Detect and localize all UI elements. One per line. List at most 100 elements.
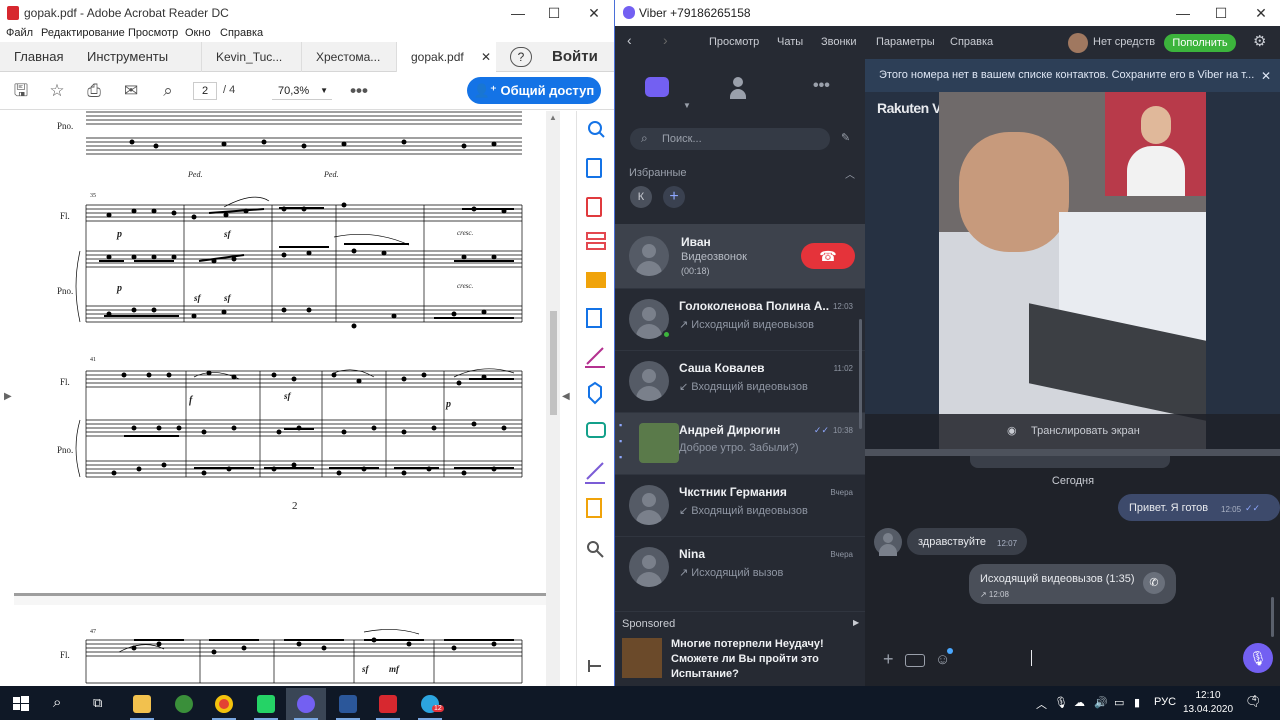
clock[interactable]: 12:10 13.04.2020 bbox=[1183, 689, 1233, 717]
dynamic-mark: cresc. bbox=[457, 229, 474, 237]
contacts-tab-icon[interactable] bbox=[730, 77, 746, 99]
active-call-item[interactable]: Иван Видеозвонок (00:18) ☎ bbox=[615, 224, 865, 288]
maximize-button[interactable]: ☐ bbox=[536, 0, 572, 26]
tray-chevron-icon[interactable]: ︿ bbox=[1036, 696, 1047, 712]
share-button[interactable]: 👤⁺ Общий доступ bbox=[467, 77, 601, 104]
chat-item[interactable]: Чкстник Германия ↙ Входящий видеовызов В… bbox=[615, 474, 865, 536]
message-input[interactable] bbox=[1031, 650, 1032, 666]
print-icon[interactable]: ⎙ bbox=[84, 81, 104, 101]
zoom-search-icon[interactable]: ⌕ bbox=[158, 81, 178, 101]
maximize-button[interactable]: ☐ bbox=[1203, 0, 1239, 26]
gear-icon[interactable]: ⚙ bbox=[1253, 32, 1266, 50]
avatar[interactable] bbox=[1068, 33, 1088, 53]
scroll-up-icon[interactable]: ▲ bbox=[549, 113, 557, 122]
message-outgoing[interactable]: Привет. Я готов 12:05 ✓✓ bbox=[1118, 494, 1280, 521]
share-screen-bar[interactable]: ◉ Транслировать экран bbox=[865, 414, 1280, 449]
chat-item[interactable]: Саша Ковалев ↙ Входящий видеовызов 11:02 bbox=[615, 350, 865, 412]
microphone-icon[interactable]: 🎙 bbox=[1243, 643, 1273, 673]
battery-icon[interactable]: ▮ bbox=[1134, 696, 1140, 709]
compose-icon[interactable]: ✎ bbox=[841, 131, 850, 144]
left-pane-arrow-icon[interactable]: ▶ bbox=[4, 391, 12, 402]
network-icon[interactable]: ▭ bbox=[1114, 696, 1124, 709]
taskbar-explorer[interactable] bbox=[122, 688, 162, 720]
taskbar-chrome[interactable] bbox=[204, 688, 244, 720]
avatar[interactable] bbox=[874, 528, 902, 556]
back-icon[interactable]: ‹ bbox=[627, 32, 632, 48]
add-favorite-button[interactable]: + bbox=[663, 186, 685, 208]
search-button[interactable]: ⌕ bbox=[40, 688, 80, 720]
taskbar-whatsapp[interactable] bbox=[246, 688, 286, 720]
vertical-scrollbar[interactable]: ▲ bbox=[546, 111, 560, 686]
tab-doc-kevin[interactable]: Kevin_Tuc... bbox=[201, 42, 301, 72]
favorite-contact[interactable]: К bbox=[630, 186, 652, 208]
more-options-icon[interactable]: ••• bbox=[349, 81, 369, 101]
tab-tools[interactable]: Инструменты bbox=[87, 42, 168, 72]
microphone-tray-icon[interactable]: 🎙 bbox=[1054, 696, 1068, 709]
search-input[interactable]: Поиск... bbox=[630, 128, 830, 150]
chat-list-scrollbar[interactable] bbox=[859, 319, 862, 429]
menu-view[interactable]: Просмотр bbox=[128, 27, 178, 39]
add-icon[interactable]: + bbox=[883, 649, 894, 670]
hangup-button[interactable]: ☎ bbox=[801, 243, 855, 269]
menu-help[interactable]: Справка bbox=[950, 36, 993, 48]
document-viewport[interactable]: ▶ Pno. Fl. Pno. Fl. Pno. Fl. 35 41 47 Pe… bbox=[0, 111, 576, 686]
taskbar-acrobat[interactable] bbox=[368, 688, 408, 720]
taskbar-telegram[interactable]: 12 bbox=[410, 688, 450, 720]
minimize-button[interactable]: — bbox=[500, 0, 536, 26]
chats-tab-icon[interactable] bbox=[645, 77, 669, 97]
unknown-contact-notice[interactable]: Этого номера нет в вашем списке контакто… bbox=[865, 59, 1280, 92]
menu-chats[interactable]: Чаты bbox=[777, 36, 803, 48]
scroll-thumb[interactable] bbox=[550, 311, 557, 415]
topup-button[interactable]: Пополнить bbox=[1164, 34, 1236, 52]
menu-file[interactable]: Файл bbox=[6, 27, 33, 39]
zoom-select[interactable]: 70,3% ▼ bbox=[272, 82, 332, 100]
right-pane-arrow-icon[interactable]: ◀ bbox=[562, 391, 570, 402]
ad-arrow-icon[interactable]: ▶ bbox=[853, 618, 859, 627]
menu-help[interactable]: Справка bbox=[220, 27, 263, 39]
page-number-input[interactable]: 2 bbox=[193, 82, 217, 100]
taskbar-word[interactable] bbox=[328, 688, 368, 720]
help-icon[interactable]: ? bbox=[510, 47, 532, 67]
close-button[interactable]: ✕ bbox=[1243, 0, 1279, 26]
call-back-icon[interactable]: ✆ bbox=[1143, 572, 1165, 594]
call-log-message[interactable]: Исходящий видеовызов (1:35) ↗ 12:08 ✆ bbox=[969, 564, 1176, 604]
bookmark-star-icon[interactable]: ☆ bbox=[47, 81, 67, 101]
chat-item[interactable]: Nina ↗ Исходящий вызов Вчера bbox=[615, 536, 865, 598]
volume-icon[interactable]: 🔊 bbox=[1094, 696, 1108, 709]
menu-settings[interactable]: Параметры bbox=[876, 36, 935, 48]
task-view-button[interactable]: ⧉ bbox=[80, 688, 120, 720]
sponsored-ad[interactable]: Sponsored ▶ Многие потерпели Неудачу! См… bbox=[615, 611, 865, 686]
self-view-video[interactable] bbox=[1105, 92, 1206, 196]
minimize-button[interactable]: — bbox=[1165, 0, 1201, 26]
onedrive-icon[interactable]: ☁ bbox=[1074, 696, 1085, 709]
menu-window[interactable]: Окно bbox=[185, 27, 211, 39]
taskbar-browser[interactable] bbox=[164, 688, 204, 720]
menu-calls[interactable]: Звонки bbox=[821, 36, 857, 48]
start-button[interactable] bbox=[0, 688, 40, 720]
collapse-icon[interactable]: ︿ bbox=[845, 166, 855, 181]
menu-view[interactable]: Просмотр bbox=[709, 36, 759, 48]
menu-edit[interactable]: Редактирование bbox=[41, 27, 125, 39]
chat-actions-icon[interactable]: ▪ ▪ ▪ bbox=[619, 417, 622, 465]
chat-item[interactable]: Голоколенова Полина А... ↗ Исходящий вид… bbox=[615, 288, 865, 350]
signin-button[interactable]: Войти bbox=[552, 42, 598, 72]
tab-close-icon[interactable]: ✕ bbox=[481, 42, 491, 72]
video-call-view[interactable]: Rakuten Viber ◉ Транслировать экран bbox=[865, 92, 1280, 449]
chevron-down-icon[interactable]: ▼ bbox=[683, 101, 691, 110]
language-indicator[interactable]: РУС bbox=[1154, 696, 1176, 708]
message-incoming[interactable]: здравствуйте 12:07 bbox=[907, 528, 1027, 555]
more-icon[interactable]: ••• bbox=[813, 77, 830, 95]
forward-icon[interactable]: › bbox=[663, 32, 668, 48]
tab-doc-khrestomatiya[interactable]: Хрестома... bbox=[301, 42, 396, 72]
gif-icon[interactable] bbox=[905, 654, 925, 667]
conversation-scrollbar[interactable] bbox=[1271, 597, 1274, 637]
taskbar-viber[interactable] bbox=[286, 688, 326, 720]
tab-doc-gopak[interactable]: gopak.pdf ✕ bbox=[396, 42, 496, 73]
email-icon[interactable]: ✉ bbox=[121, 81, 141, 101]
video-divider[interactable] bbox=[865, 449, 1280, 456]
chat-item[interactable]: ▪ ▪ ▪ Андрей Дирюгин Доброе утро. Забыли?)… bbox=[615, 412, 865, 474]
save-icon[interactable]: 🖫 bbox=[11, 81, 31, 101]
close-button[interactable]: ✕ bbox=[576, 0, 612, 26]
close-notice-icon[interactable]: ✕ bbox=[1261, 69, 1271, 83]
tab-home[interactable]: Главная bbox=[14, 42, 63, 72]
